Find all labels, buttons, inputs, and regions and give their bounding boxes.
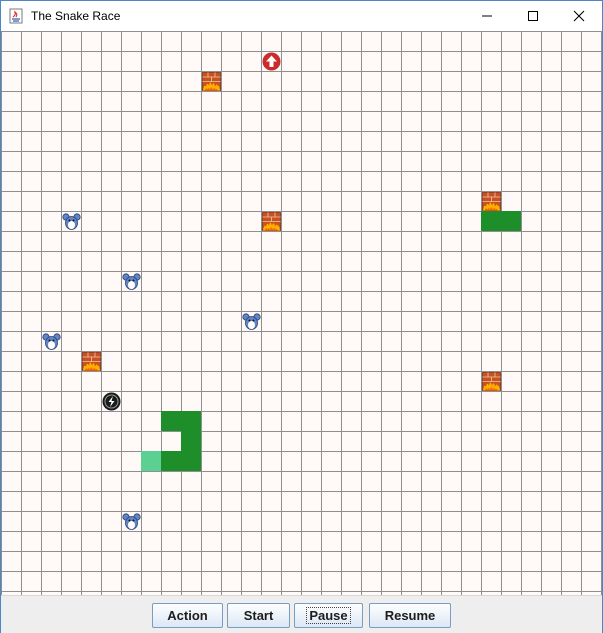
player-snake-head	[141, 451, 161, 471]
java-app-icon	[9, 8, 23, 24]
game-window: The Snake Race Action Start Pause Resume	[0, 0, 603, 633]
start-button[interactable]: Start	[227, 603, 290, 628]
minimize-button[interactable]	[464, 1, 510, 31]
window-title: The Snake Race	[31, 9, 121, 23]
maximize-icon	[528, 11, 538, 21]
resume-button-label: Resume	[384, 608, 436, 623]
lightning-powerup-icon	[102, 392, 122, 412]
maximize-button[interactable]	[510, 1, 556, 31]
close-button[interactable]	[556, 1, 602, 31]
minimize-icon	[482, 15, 492, 17]
enemy-snake-segment	[501, 211, 521, 231]
player-snake-segment	[181, 411, 201, 431]
mouse-icon	[242, 312, 262, 332]
player-snake-segment	[181, 451, 201, 471]
start-button-label: Start	[243, 608, 274, 623]
fire-block-icon	[82, 352, 102, 372]
mouse-icon	[122, 272, 142, 292]
pause-button-label: Pause	[306, 607, 351, 624]
action-button[interactable]: Action	[152, 603, 223, 628]
close-icon	[573, 10, 585, 22]
enemy-snake-segment	[481, 211, 501, 231]
control-panel: Action Start Pause Resume	[1, 595, 602, 633]
fire-block-icon	[482, 372, 502, 392]
mouse-icon	[42, 332, 62, 352]
mouse-icon	[122, 512, 142, 532]
resume-button[interactable]: Resume	[369, 603, 451, 628]
game-board[interactable]	[1, 31, 602, 595]
mouse-icon	[62, 212, 82, 232]
up-arrow-powerup-icon	[262, 52, 282, 72]
fire-block-icon	[482, 192, 502, 212]
player-snake-segment	[181, 431, 201, 451]
fire-block-icon	[262, 212, 282, 232]
action-button-label: Action	[167, 608, 208, 623]
title-bar[interactable]: The Snake Race	[1, 1, 602, 31]
pause-button[interactable]: Pause	[294, 603, 363, 628]
fire-block-icon	[202, 72, 222, 92]
player-snake-segment	[161, 411, 181, 431]
player-snake-segment	[161, 451, 181, 471]
